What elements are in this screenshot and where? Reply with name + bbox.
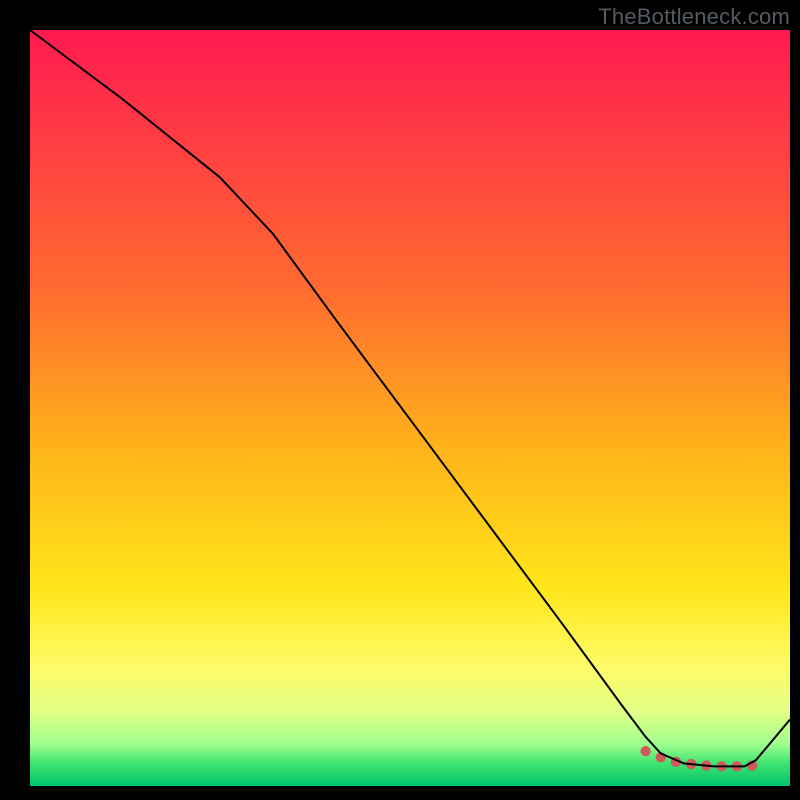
chart-frame: { "watermark": "TheBottleneck.com", "cha… — [0, 0, 800, 800]
marker-dot — [640, 746, 650, 756]
chart-canvas — [0, 0, 800, 800]
plot-background — [30, 30, 790, 786]
